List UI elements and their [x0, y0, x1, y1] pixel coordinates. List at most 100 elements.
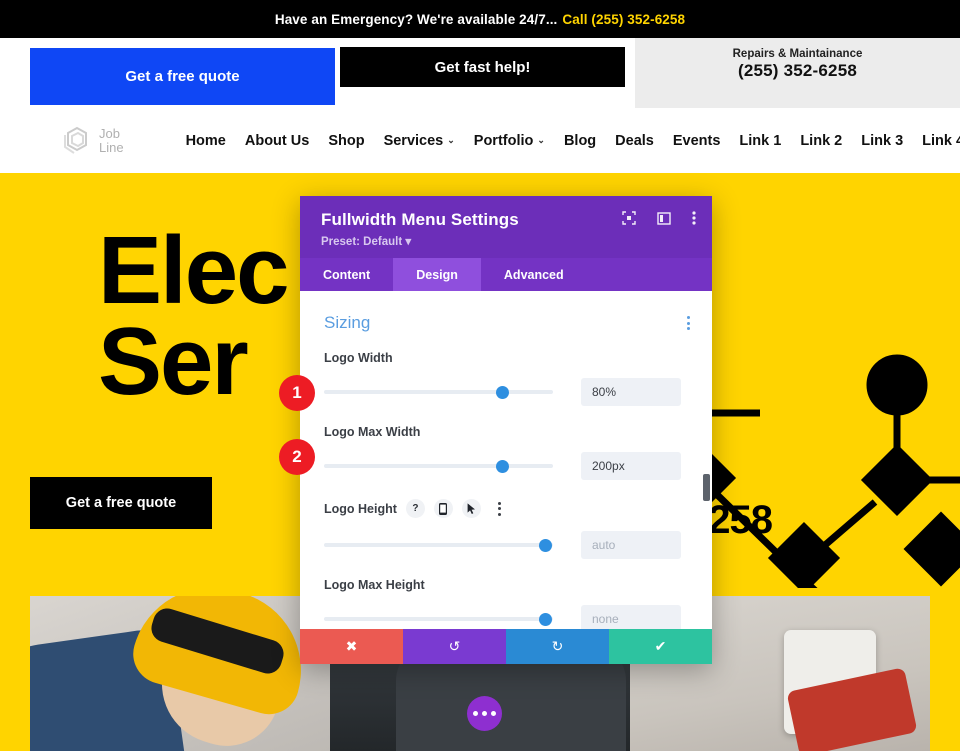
emergency-message: Have an Emergency? We're available 24/7.…: [274, 11, 558, 27]
nav-item-events-label: Events: [672, 132, 721, 149]
photo-electrician-helmet: [30, 596, 330, 751]
logo-width-input[interactable]: [581, 378, 681, 406]
logo-max-width-input[interactable]: [581, 452, 681, 480]
field-logo-width: Logo Width: [324, 351, 690, 406]
logo-max-width-slider[interactable]: [324, 458, 553, 474]
logo-max-width-slider-track: [324, 464, 553, 468]
logo-line-2: Line: [99, 139, 124, 155]
focus-frame-icon[interactable]: [622, 211, 636, 225]
more-options-fab[interactable]: [467, 696, 502, 731]
nav-item-events[interactable]: Events: [673, 133, 721, 149]
repairs-label: Repairs & Maintainance: [732, 48, 863, 60]
field-logo-max-width-label-row: Logo Max Width: [324, 425, 690, 439]
field-logo-max-height-label: Logo Max Height: [324, 578, 425, 592]
chevron-down-icon: ⌄: [537, 135, 545, 145]
cta-mid-column: Get fast help!: [335, 38, 635, 108]
nav-item-shop[interactable]: Shop: [328, 133, 364, 149]
logo-height-slider[interactable]: [324, 537, 553, 553]
tab-content[interactable]: Content: [300, 258, 393, 291]
modal-scrollbar[interactable]: [703, 299, 710, 629]
fab-dot: [491, 711, 496, 716]
nav-item-link-2[interactable]: Link 2: [800, 133, 842, 149]
undo-button[interactable]: ↺: [403, 629, 506, 664]
field-logo-max-height-controls: [324, 605, 690, 629]
cancel-button[interactable]: ✖: [300, 629, 403, 664]
get-free-quote-button-top[interactable]: Get a free quote: [30, 48, 335, 105]
logo-max-height-slider-knob[interactable]: [539, 613, 552, 626]
nav-links: Home About Us Shop Services ⌄ Portfolio ⌄ …: [186, 133, 960, 149]
hero-title: Elec Ser: [98, 223, 289, 410]
fab-dot: [473, 711, 478, 716]
hexagon-logo-icon: [62, 125, 92, 157]
nav-item-home[interactable]: Home: [186, 133, 226, 149]
nav-item-about-us-label: About Us: [244, 132, 310, 149]
nav-item-portfolio-label: Portfolio: [473, 132, 534, 149]
cta-band: Get a free quote Get fast help! Repairs …: [0, 38, 960, 108]
emergency-bar: Have an Emergency? We're available 24/7.…: [0, 0, 960, 38]
nav-item-services-label: Services: [383, 132, 444, 149]
section-title-sizing[interactable]: Sizing: [324, 313, 370, 333]
annotation-marker-2: 2: [279, 439, 315, 475]
logo-max-height-input[interactable]: [581, 605, 681, 629]
tab-advanced[interactable]: Advanced: [481, 258, 587, 291]
modal-scrollbar-thumb[interactable]: [703, 474, 710, 501]
modal-preset-selector[interactable]: Preset: Default ▾: [321, 234, 692, 248]
nav-item-about-us[interactable]: About Us: [245, 133, 309, 149]
layout-panel-icon[interactable]: [657, 211, 671, 225]
field-logo-max-width: Logo Max Width: [324, 425, 690, 480]
get-fast-help-button[interactable]: Get fast help!: [340, 47, 625, 87]
nav-item-services[interactable]: Services ⌄: [384, 133, 455, 149]
field-options-icon[interactable]: [490, 499, 509, 518]
repairs-phone[interactable]: (255) 352-6258: [738, 61, 857, 81]
get-free-quote-button-hero[interactable]: Get a free quote: [30, 477, 212, 529]
redo-button[interactable]: ↻: [506, 629, 609, 664]
field-logo-max-width-label: Logo Max Width: [324, 425, 421, 439]
modal-footer: ✖ ↺ ↻ ✔: [300, 629, 712, 664]
nav-item-link-4-label: Link 4: [922, 132, 960, 149]
main-navbar: Job Line Home About Us Shop Services ⌄ Po…: [0, 108, 960, 173]
field-logo-height-label: Logo Height: [324, 501, 397, 516]
cta-left-column: Get a free quote: [0, 38, 335, 108]
logo-max-width-slider-knob[interactable]: [496, 460, 509, 473]
logo-width-slider[interactable]: [324, 384, 553, 400]
logo-width-slider-track: [324, 390, 553, 394]
tab-design[interactable]: Design: [393, 258, 481, 291]
section-options-icon[interactable]: [687, 316, 690, 330]
field-logo-width-controls: [324, 378, 690, 406]
logo-height-slider-knob[interactable]: [539, 539, 552, 552]
modal-header-icons: [622, 211, 696, 225]
site-logo[interactable]: Job Line: [62, 125, 124, 157]
nav-item-deals[interactable]: Deals: [615, 133, 654, 149]
hero-title-line-2: Ser: [98, 308, 249, 416]
nav-item-link-1[interactable]: Link 1: [739, 133, 781, 149]
emergency-call-link[interactable]: Call (255) 352-6258: [562, 12, 685, 27]
help-icon[interactable]: ?: [405, 499, 425, 518]
nav-item-link-2-label: Link 2: [800, 132, 843, 149]
field-logo-max-width-controls: [324, 452, 690, 480]
kebab-menu-icon[interactable]: [692, 211, 696, 225]
responsive-mobile-icon[interactable]: [433, 499, 453, 518]
logo-width-slider-knob[interactable]: [496, 386, 509, 399]
logo-max-height-slider-track: [324, 617, 553, 621]
save-button[interactable]: ✔: [609, 629, 712, 664]
nav-item-link-4[interactable]: Link 4: [922, 133, 960, 149]
hover-cursor-icon[interactable]: [461, 499, 481, 518]
logo-max-height-slider[interactable]: [324, 611, 553, 627]
hero-phone-fragment: 258: [708, 498, 773, 542]
nav-item-portfolio[interactable]: Portfolio ⌄: [474, 133, 545, 149]
fab-dot: [482, 711, 487, 716]
logo-height-input[interactable]: [581, 531, 681, 559]
field-logo-width-label: Logo Width: [324, 351, 393, 365]
nav-item-home-label: Home: [185, 132, 226, 149]
chevron-down-icon: ⌄: [447, 135, 455, 145]
nav-item-blog[interactable]: Blog: [564, 133, 596, 149]
nav-item-link-3[interactable]: Link 3: [861, 133, 903, 149]
cta-right-column: Repairs & Maintainance (255) 352-6258: [635, 38, 960, 108]
nav-item-deals-label: Deals: [615, 132, 654, 149]
nav-item-link-3-label: Link 3: [861, 132, 904, 149]
nav-item-shop-label: Shop: [328, 132, 365, 149]
fullwidth-menu-settings-modal: Fullwidth Menu Settings Preset: Default …: [300, 196, 712, 664]
field-logo-width-label-row: Logo Width: [324, 351, 690, 365]
nav-item-blog-label: Blog: [563, 132, 597, 149]
nav-item-link-1-label: Link 1: [739, 132, 782, 149]
